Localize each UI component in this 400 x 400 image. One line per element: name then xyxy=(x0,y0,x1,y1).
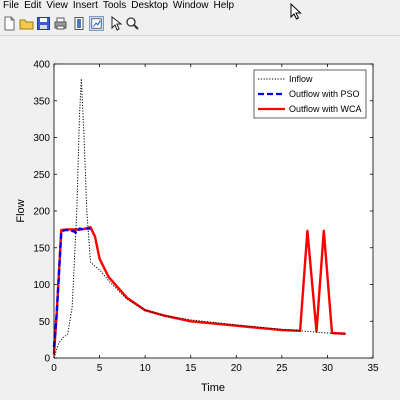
save-icon[interactable] xyxy=(36,16,51,31)
xtick-label: 25 xyxy=(276,363,288,374)
figure-area: 0 50 100 150 200 250 300 350 400 0 5 10 15 20 25 30 35 … xyxy=(0,36,400,400)
menu-desktop[interactable]: Desktop xyxy=(131,0,168,11)
zoom-icon[interactable] xyxy=(125,16,140,31)
menu-tools[interactable]: Tools xyxy=(103,0,126,11)
legend-label-inflow: Inflow xyxy=(289,74,313,84)
xtick-label: 30 xyxy=(322,363,334,374)
menu-view[interactable]: View xyxy=(46,0,68,11)
xtick-label: 15 xyxy=(185,363,197,374)
mouse-cursor-icon xyxy=(290,3,302,20)
xtick-label: 20 xyxy=(231,363,243,374)
menu-help[interactable]: Help xyxy=(214,0,235,11)
xtick-label: 35 xyxy=(367,363,379,374)
menu-window[interactable]: Window xyxy=(173,0,209,11)
ytick-label: 400 xyxy=(33,60,50,71)
ytick-label: 50 xyxy=(39,317,51,328)
ylabel: Flow xyxy=(15,199,27,222)
insert-colorbar-icon[interactable] xyxy=(89,16,104,31)
ytick-label: 200 xyxy=(33,207,50,218)
legend-label-wca: Outflow with WCA xyxy=(289,104,362,114)
open-folder-icon[interactable] xyxy=(19,16,34,31)
menu-edit[interactable]: Edit xyxy=(24,0,41,11)
xtick-label: 10 xyxy=(140,363,152,374)
ytick-label: 350 xyxy=(33,96,50,107)
legend[interactable]: Inflow Outflow with PSO Outflow with WCA xyxy=(253,69,367,119)
ytick-label: 250 xyxy=(33,170,50,181)
menu-bar: File Edit View Insert Tools Desktop Window Help xyxy=(0,0,400,12)
chart[interactable]: 050100150200250300350400 0 5 10 15 20 25 30 35 … xyxy=(0,36,400,400)
xtick-label: 0 xyxy=(51,363,57,374)
edit-plot-arrow-icon[interactable] xyxy=(108,16,123,31)
ytick-label: 0 xyxy=(44,354,50,365)
new-file-icon[interactable] xyxy=(2,16,17,31)
ytick-label: 150 xyxy=(33,243,50,254)
menu-file[interactable]: File xyxy=(3,0,19,11)
ytick-label: 300 xyxy=(33,133,50,144)
xlabel: Time xyxy=(201,382,225,394)
xtick-label: 5 xyxy=(97,363,103,374)
link-plot-icon[interactable] xyxy=(72,16,87,31)
legend-label-pso: Outflow with PSO xyxy=(289,89,360,99)
print-icon[interactable] xyxy=(53,16,68,31)
ytick-label: 100 xyxy=(33,280,50,291)
menu-insert[interactable]: Insert xyxy=(73,0,98,11)
toolbar xyxy=(0,13,400,36)
